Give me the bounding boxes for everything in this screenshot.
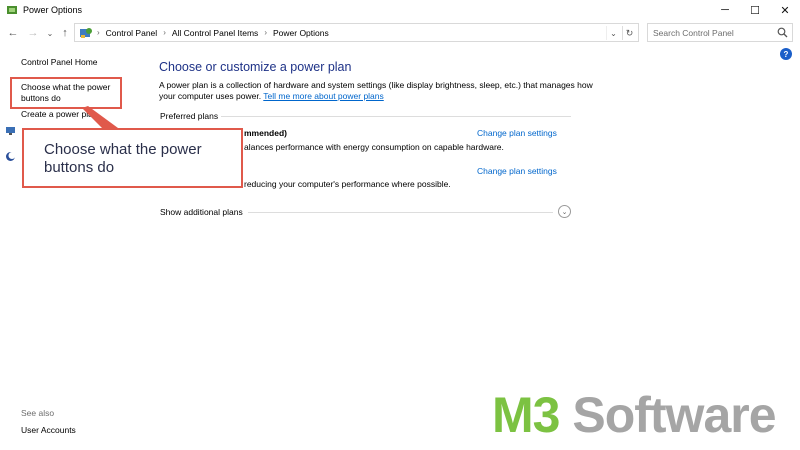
- see-also-label: See also: [21, 408, 55, 418]
- back-button[interactable]: ←: [6, 25, 20, 41]
- plan-name: mmended): [244, 128, 287, 138]
- breadcrumb-all-items[interactable]: All Control Panel Items: [172, 28, 258, 38]
- minimize-button[interactable]: ─: [710, 0, 740, 20]
- sleep-settings-icon: [6, 152, 16, 161]
- breadcrumb-control-panel[interactable]: Control Panel: [106, 28, 158, 38]
- title-bar: Power Options ─ ☐ ✕: [0, 0, 800, 20]
- recent-locations-button[interactable]: ⌄: [43, 25, 57, 41]
- page-title: Choose or customize a power plan: [159, 60, 352, 74]
- see-also-user-accounts[interactable]: User Accounts: [21, 425, 76, 435]
- address-dropdown-button[interactable]: ⌄: [606, 26, 620, 40]
- up-button[interactable]: ↑: [58, 25, 72, 41]
- highlight-box: [10, 77, 122, 109]
- callout-text: Choose what the power buttons do: [44, 141, 202, 176]
- section-divider: [221, 116, 571, 117]
- address-bar[interactable]: › Control Panel › All Control Panel Item…: [74, 23, 639, 42]
- watermark-software: Software: [559, 387, 776, 443]
- change-plan-settings-link[interactable]: Change plan settings: [477, 166, 557, 176]
- forward-button[interactable]: →: [26, 25, 40, 41]
- breadcrumb-power-options[interactable]: Power Options: [273, 28, 329, 38]
- section-divider: [248, 212, 553, 213]
- breadcrumb-separator: ›: [163, 28, 166, 37]
- window-controls: ─ ☐ ✕: [710, 0, 800, 20]
- help-icon[interactable]: ?: [780, 48, 792, 60]
- plan-description: reducing your computer's performance whe…: [244, 179, 451, 189]
- refresh-button[interactable]: ↻: [622, 26, 636, 40]
- search-input[interactable]: [653, 27, 773, 38]
- page-description: A power plan is a collection of hardware…: [159, 80, 599, 102]
- display-settings-icon: [6, 127, 15, 135]
- window-title: Power Options: [23, 5, 83, 15]
- change-plan-settings-link[interactable]: Change plan settings: [477, 128, 557, 138]
- breadcrumb-separator: ›: [264, 28, 267, 37]
- search-box[interactable]: [647, 23, 793, 42]
- show-additional-plans[interactable]: Show additional plans: [160, 207, 243, 217]
- control-panel-icon: [80, 27, 92, 38]
- address-row: ← → ⌄ ↑ › Control Panel › All Control Pa…: [0, 22, 800, 44]
- chevron-down-icon[interactable]: ⌄: [558, 205, 571, 218]
- sidebar-control-panel-home[interactable]: Control Panel Home: [21, 57, 98, 67]
- preferred-plans-label: Preferred plans: [160, 111, 219, 121]
- maximize-button[interactable]: ☐: [740, 0, 770, 20]
- plan-description: alances performance with energy consumpt…: [244, 142, 504, 152]
- more-info-link[interactable]: Tell me more about power plans: [263, 91, 383, 101]
- power-options-icon: [7, 6, 17, 14]
- callout-box: Choose what the power buttons do: [22, 128, 243, 188]
- watermark-m3: M3: [492, 387, 560, 443]
- search-icon[interactable]: [777, 27, 788, 38]
- m3-software-watermark: M3 Software: [492, 387, 777, 443]
- breadcrumb-separator: ›: [97, 28, 100, 37]
- close-button[interactable]: ✕: [770, 0, 800, 20]
